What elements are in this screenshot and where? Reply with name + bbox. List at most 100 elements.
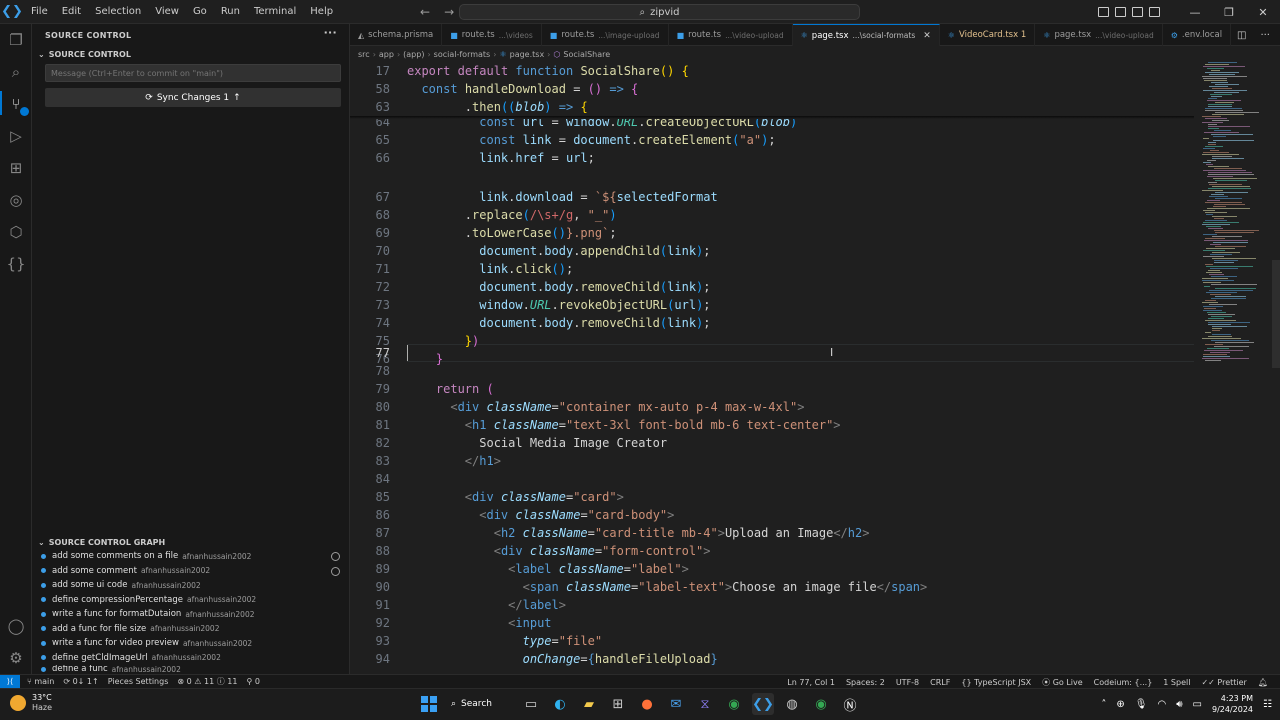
menu-selection[interactable]: Selection (88, 0, 148, 24)
sync-changes-button[interactable]: ⟳ Sync Changes 1 ↑ (45, 88, 341, 107)
branch-target-icon[interactable] (331, 552, 340, 561)
minimize-button[interactable]: — (1178, 6, 1212, 19)
editor-scrollbar[interactable] (1272, 260, 1280, 368)
notifications-bell-icon[interactable]: 🔔︎ (1258, 678, 1268, 687)
graph-commit[interactable]: write a func for formatDutaion afnanhussa… (32, 607, 350, 622)
menu-terminal[interactable]: Terminal (247, 0, 303, 24)
cloud-icon[interactable] (331, 566, 340, 576)
settings-gear-icon[interactable]: ⚙ (6, 648, 26, 668)
breadcrumb-item[interactable]: social-formats (434, 50, 491, 59)
code-editor[interactable]: 67 link.download = `${selectedFormat 68 … (350, 62, 1194, 674)
graph-commit[interactable]: add some comments on a file afnanhussain2… (32, 549, 350, 564)
graph-commit[interactable]: write a func for video preview afnanhussa… (32, 636, 350, 651)
sticky-line[interactable]: 17 export default function SocialShare() … (350, 62, 1194, 80)
search-view-icon[interactable]: ⌕ (6, 62, 26, 82)
explorer-icon[interactable]: ❐ (6, 30, 26, 50)
weather-widget[interactable]: 33°C Haze (10, 693, 52, 713)
vscode-taskbar-icon[interactable]: ❮❯ (752, 693, 774, 715)
docker-icon[interactable]: ⬡ (6, 222, 26, 242)
tab-route-video-upload[interactable]: ■ route.ts ...\video-upload (669, 24, 793, 46)
toggle-sidebar-icon[interactable] (1098, 7, 1109, 17)
customize-layout-icon[interactable] (1149, 7, 1160, 17)
tab-page-social-formats[interactable]: ⚛ page.tsx ...\social-formats ✕ (792, 24, 940, 46)
more-actions-icon[interactable]: ··· (1260, 30, 1270, 41)
language-mode[interactable]: {} TypeScript JSX (961, 678, 1031, 687)
prettier-status[interactable]: ✓✓ Prettier (1201, 678, 1246, 687)
menu-file[interactable]: File (24, 0, 55, 24)
menu-view[interactable]: View (148, 0, 186, 24)
chrome-icon[interactable]: ◉ (723, 693, 745, 715)
maximize-button[interactable]: ❐ (1212, 6, 1246, 19)
breadcrumb-item[interactable]: (app) (403, 50, 424, 59)
run-debug-icon[interactable]: ▷ (6, 126, 26, 146)
go-live-button[interactable]: ⦿ Go Live (1042, 677, 1083, 688)
github-desktop-icon[interactable]: ◍ (781, 693, 803, 715)
tab-page-video-upload[interactable]: ⚛ page.tsx ...\video-upload (1035, 24, 1163, 46)
task-view-icon[interactable]: ▭ (520, 693, 542, 715)
language-icon[interactable]: ⊕ (1116, 699, 1124, 710)
branch-status[interactable]: ⑂ main (27, 677, 54, 686)
indentation[interactable]: Spaces: 2 (846, 678, 885, 687)
cursor-position[interactable]: Ln 77, Col 1 (787, 678, 835, 687)
codeium-status[interactable]: Codeium: {...} (1094, 678, 1153, 687)
toggle-secondary-sidebar-icon[interactable] (1132, 7, 1143, 17)
source-control-section-header[interactable]: ⌄ SOURCE CONTROL (32, 46, 349, 62)
tab-videocard[interactable]: ⚛ VideoCard.tsx 1 (940, 24, 1036, 46)
pieces-settings[interactable]: Pieces Settings (108, 677, 169, 686)
tab-schema-prisma[interactable]: ◭ schema.prisma (350, 24, 443, 46)
graph-commit[interactable]: add a func for file size afnanhussain2002 (32, 622, 350, 637)
tab-route-videos[interactable]: ■ route.ts ...\videos (442, 24, 542, 46)
breadcrumb-item[interactable]: app (379, 50, 394, 59)
remote-explorer-icon[interactable]: ◎ (6, 190, 26, 210)
menu-go[interactable]: Go (186, 0, 214, 24)
more-actions-icon[interactable]: ··· (324, 26, 337, 39)
close-tab-icon[interactable]: ✕ (923, 31, 931, 41)
graph-commit[interactable]: add some ui code afnanhussain2002 (32, 578, 350, 593)
source-control-icon[interactable]: ⑂ (6, 94, 29, 116)
start-button[interactable] (418, 693, 440, 715)
encoding[interactable]: UTF-8 (896, 678, 919, 687)
json-tools-icon[interactable]: {} (6, 254, 26, 274)
volume-icon[interactable]: 🔊︎ (1176, 699, 1182, 710)
commit-message-input[interactable] (45, 64, 341, 82)
toggle-panel-icon[interactable] (1115, 7, 1126, 17)
sticky-line[interactable]: 63 .then((blob) => { (350, 98, 1194, 116)
mail-icon[interactable]: ✉ (665, 693, 687, 715)
accounts-icon[interactable]: ◯ (6, 616, 26, 636)
notification-center-icon[interactable]: ☷ (1263, 699, 1272, 710)
chrome-profile-icon[interactable]: ◉ (810, 693, 832, 715)
tab-route-image-upload[interactable]: ■ route.ts ...\image-upload (542, 24, 669, 46)
clock[interactable]: 4:23 PM 9/24/2024 (1212, 693, 1253, 715)
breadcrumb-item[interactable]: SocialShare (563, 50, 610, 59)
ports-status[interactable]: ⚲ 0 (246, 677, 260, 686)
breadcrumb-item[interactable]: src (358, 50, 370, 59)
visual-studio-icon[interactable]: ⧖ (694, 693, 716, 715)
split-editor-icon[interactable]: ◫ (1237, 30, 1246, 41)
command-center[interactable]: ⌕ zipvid (459, 4, 860, 20)
edge-browser-icon[interactable]: ◐ (549, 693, 571, 715)
remote-indicator-icon[interactable]: ⟩⟨ (0, 674, 20, 689)
notion-icon[interactable]: Ⓝ (839, 693, 861, 715)
spell-status[interactable]: 1 Spell (1163, 678, 1190, 687)
extensions-icon[interactable]: ⊞ (6, 158, 26, 178)
sticky-line[interactable]: 58 const handleDownload = () => { (350, 80, 1194, 98)
minimap[interactable] (1198, 62, 1270, 674)
battery-icon[interactable]: ▭ (1193, 699, 1202, 710)
graph-commit[interactable]: add some comment afnanhussain2002 (32, 564, 350, 579)
source-control-graph-header[interactable]: ⌄ SOURCE CONTROL GRAPH (32, 534, 350, 550)
menu-edit[interactable]: Edit (55, 0, 88, 24)
graph-commit[interactable]: define compressionPercentage afnanhussain… (32, 593, 350, 608)
back-arrow-icon[interactable]: ← (420, 5, 430, 19)
menu-help[interactable]: Help (303, 0, 340, 24)
graph-commit[interactable]: define a func afnanhussain2002 (32, 665, 350, 673)
taskbar-search[interactable]: ⌕ Search (447, 693, 513, 715)
wifi-icon[interactable]: ◠ (1158, 699, 1167, 710)
forward-arrow-icon[interactable]: → (444, 5, 454, 19)
problems-status[interactable]: ⊗ 0 ⚠ 11 ⓘ 11 (177, 676, 237, 687)
sync-status[interactable]: ⟳ 0↓ 1↑ (63, 677, 98, 686)
microphone-icon[interactable]: 🎙︎ (1135, 699, 1148, 710)
breadcrumb-item[interactable]: page.tsx (510, 50, 545, 59)
chevron-up-icon[interactable]: ˄ (1101, 699, 1106, 710)
firefox-icon[interactable]: ● (636, 693, 658, 715)
close-window-button[interactable]: ✕ (1246, 6, 1280, 19)
